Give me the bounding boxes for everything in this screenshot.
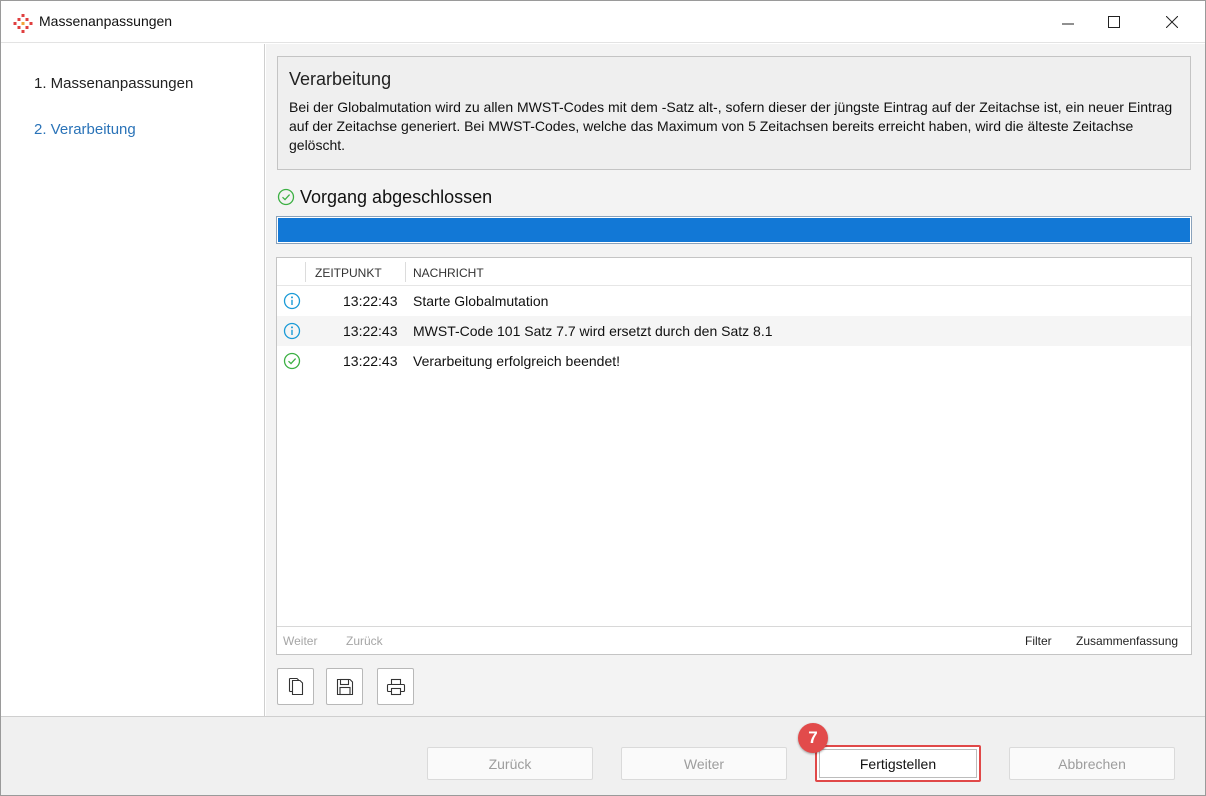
log-time: 13:22:43	[343, 353, 398, 369]
wizard-steps-sidebar: 1. Massenanpassungen 2. Verarbeitung	[1, 44, 265, 716]
log-row[interactable]: 13:22:43 Verarbeitung erfolgreich beende…	[277, 346, 1191, 376]
log-time: 13:22:43	[343, 323, 398, 339]
next-button[interactable]: Weiter	[621, 747, 787, 780]
status-row: Vorgang abgeschlossen	[277, 186, 492, 208]
column-header-message[interactable]: NACHRICHT	[413, 266, 484, 280]
info-panel: Verarbeitung Bei der Globalmutation wird…	[277, 56, 1191, 170]
maximize-button[interactable]	[1091, 1, 1137, 43]
log-back-link[interactable]: Zurück	[346, 634, 383, 648]
info-icon	[283, 292, 301, 310]
print-button[interactable]	[377, 668, 414, 705]
close-button[interactable]	[1149, 1, 1195, 43]
step-number-badge: 7	[798, 723, 828, 753]
minimize-button[interactable]	[1045, 1, 1091, 43]
column-separator	[405, 262, 406, 282]
progress-bar	[276, 216, 1192, 244]
check-icon	[283, 352, 301, 370]
print-icon	[386, 678, 405, 695]
wizard-button-bar: Zurück Weiter Fertigstellen Abbrechen 7	[1, 716, 1205, 795]
back-button[interactable]: Zurück	[427, 747, 593, 780]
log-next-link[interactable]: Weiter	[283, 634, 317, 648]
info-icon	[283, 322, 301, 340]
log-row[interactable]: 13:22:43 Starte Globalmutation	[277, 286, 1191, 316]
title-bar: Massenanpassungen	[1, 1, 1205, 43]
log-summary-link[interactable]: Zusammenfassung	[1076, 634, 1178, 648]
finish-button[interactable]: Fertigstellen	[815, 745, 981, 782]
copy-button[interactable]	[277, 668, 314, 705]
log-table-footer: Weiter Zurück Filter Zusammenfassung	[277, 626, 1191, 654]
log-message: Verarbeitung erfolgreich beendet!	[413, 353, 621, 369]
check-circle-icon	[277, 188, 295, 206]
maximize-icon	[1108, 16, 1120, 28]
save-icon	[336, 678, 353, 695]
log-message: Starte Globalmutation	[413, 293, 549, 309]
column-separator	[305, 262, 306, 282]
step-verarbeitung[interactable]: 2. Verarbeitung	[34, 121, 136, 138]
log-row[interactable]: 13:22:43 MWST-Code 101 Satz 7.7 wird ers…	[277, 316, 1191, 346]
log-filter-link[interactable]: Filter	[1025, 634, 1052, 648]
log-table-header: ZEITPUNKT NACHRICHT	[277, 258, 1191, 286]
main-panel: Verarbeitung Bei der Globalmutation wird…	[266, 44, 1205, 716]
log-message: MWST-Code 101 Satz 7.7 wird ersetzt durc…	[413, 323, 773, 339]
cancel-button[interactable]: Abbrechen	[1009, 747, 1175, 780]
copy-icon	[288, 677, 303, 695]
info-title: Verarbeitung	[289, 69, 392, 89]
status-text: Vorgang abgeschlossen	[300, 186, 493, 207]
window-title: Massenanpassungen	[39, 13, 173, 29]
progress-fill	[278, 218, 1190, 242]
close-icon	[1166, 16, 1178, 28]
app-logo-icon	[13, 14, 33, 33]
minimize-icon	[1062, 23, 1074, 25]
log-time: 13:22:43	[343, 293, 398, 309]
info-description: Bei der Globalmutation wird zu allen MWS…	[289, 99, 1173, 153]
save-button[interactable]	[326, 668, 363, 705]
step-massenanpassungen[interactable]: 1. Massenanpassungen	[34, 75, 193, 92]
column-header-time[interactable]: ZEITPUNKT	[315, 266, 382, 280]
log-table: ZEITPUNKT NACHRICHT 13:22:43 Starte Glob…	[276, 257, 1192, 655]
window: Massenanpassungen 1. Massenanpassungen 2…	[0, 0, 1206, 796]
